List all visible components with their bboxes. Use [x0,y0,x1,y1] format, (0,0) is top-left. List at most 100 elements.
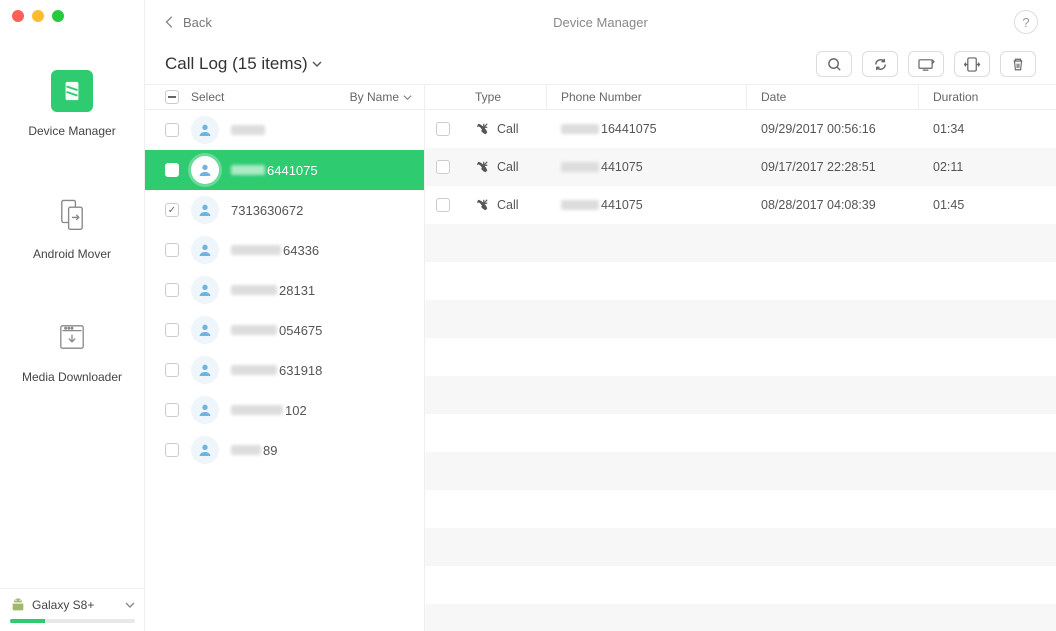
call-type: Call [461,122,547,136]
contact-checkbox[interactable] [165,403,179,417]
device-picker[interactable]: Galaxy S8+ [0,588,145,631]
call-date: 09/29/2017 00:56:16 [747,122,919,136]
sidebar-item-label: Android Mover [33,247,111,261]
contact-number: 64336 [231,243,319,258]
sort-dropdown[interactable]: By Name [350,90,412,104]
contact-number: 054675 [231,323,322,338]
search-button[interactable] [816,51,852,77]
contact-row[interactable] [145,110,424,150]
device-name: Galaxy S8+ [32,598,94,612]
import-to-device-icon [964,57,981,72]
page-title: Device Manager [553,15,648,30]
refresh-button[interactable] [862,51,898,77]
search-icon [827,57,842,72]
contact-checkbox[interactable] [165,203,179,217]
incoming-call-icon [475,122,489,136]
contact-row[interactable]: 28131 [145,270,424,310]
contact-row[interactable]: 64336 [145,230,424,270]
contact-number: 7313630672 [231,203,303,218]
contact-checkbox[interactable] [165,363,179,377]
contact-row[interactable]: 7313630672 [145,190,424,230]
call-checkbox[interactable] [436,198,450,212]
chevron-down-icon [125,598,135,613]
call-duration: 02:11 [919,160,1056,174]
contact-avatar [191,236,219,264]
topbar: Back Device Manager ? [145,0,1056,44]
export-to-pc-icon [918,57,935,72]
call-type: Call [461,160,547,174]
media-downloader-icon [51,316,93,358]
contact-number: 89 [231,443,277,458]
empty-row [425,338,1056,376]
call-phone: 16441075 [547,122,747,136]
contact-number: 28131 [231,283,315,298]
trash-icon [1011,57,1025,72]
call-phone: 441075 [547,160,747,174]
contact-row[interactable]: 102 [145,390,424,430]
contact-avatar [191,156,219,184]
help-icon: ? [1022,15,1029,30]
delete-button[interactable] [1000,51,1036,77]
contact-avatar [191,276,219,304]
contact-row[interactable]: 054675 [145,310,424,350]
call-row[interactable]: Call44107509/17/2017 22:28:5102:11 [425,148,1056,186]
column-header-row: Select By Name Type Phone Number Date Du… [145,84,1056,110]
contact-row[interactable]: 6441075 [145,150,424,190]
column-duration[interactable]: Duration [919,85,1056,109]
arrow-left-icon [163,15,177,29]
android-mover-icon [51,193,93,235]
sort-label: By Name [350,90,399,104]
contact-row[interactable]: 89 [145,430,424,470]
empty-row [425,490,1056,528]
back-button[interactable]: Back [163,15,212,30]
call-row[interactable]: Call44107508/28/2017 04:08:3901:45 [425,186,1056,224]
empty-row [425,566,1056,604]
call-row[interactable]: Call1644107509/29/2017 00:56:1601:34 [425,110,1056,148]
refresh-icon [873,57,888,72]
select-all-checkbox[interactable] [165,90,179,104]
contact-avatar [191,356,219,384]
section-title: Call Log (15 items) [165,54,308,74]
contact-number: 6441075 [231,163,318,178]
empty-row [425,414,1056,452]
device-manager-icon [51,70,93,112]
sidebar-item-android-mover[interactable]: Android Mover [33,193,111,261]
export-button[interactable] [908,51,944,77]
contact-checkbox[interactable] [165,283,179,297]
sidebar: Device Manager Android Mover Media Downl… [0,0,145,631]
call-duration: 01:34 [919,122,1056,136]
sidebar-item-label: Media Downloader [22,370,122,384]
contact-checkbox[interactable] [165,323,179,337]
contact-list: 6441075 7313630672 64336 28131 054675 6319181… [145,110,425,631]
contact-avatar [191,396,219,424]
contact-checkbox[interactable] [165,123,179,137]
chevron-down-icon [312,59,322,69]
help-button[interactable]: ? [1014,10,1038,34]
empty-row [425,262,1056,300]
subheader: Call Log (15 items) [145,44,1056,84]
contact-row[interactable]: 631918 [145,350,424,390]
empty-row [425,452,1056,490]
contact-avatar [191,316,219,344]
contact-checkbox[interactable] [165,243,179,257]
incoming-call-icon [475,198,489,212]
sidebar-item-media-downloader[interactable]: Media Downloader [22,316,122,384]
empty-row [425,528,1056,566]
contact-checkbox[interactable] [165,163,179,177]
select-column-label: Select [191,90,224,104]
device-storage-bar [10,619,135,623]
sidebar-item-device-manager[interactable]: Device Manager [28,70,115,138]
call-type: Call [461,198,547,212]
chevron-down-icon [403,93,412,102]
column-phone[interactable]: Phone Number [547,85,747,109]
column-date[interactable]: Date [747,85,919,109]
section-title-dropdown[interactable]: Call Log (15 items) [165,54,322,74]
android-icon [10,597,26,613]
call-checkbox[interactable] [436,160,450,174]
column-type[interactable]: Type [461,85,547,109]
empty-row [425,300,1056,338]
import-button[interactable] [954,51,990,77]
call-checkbox[interactable] [436,122,450,136]
empty-row [425,604,1056,631]
contact-checkbox[interactable] [165,443,179,457]
